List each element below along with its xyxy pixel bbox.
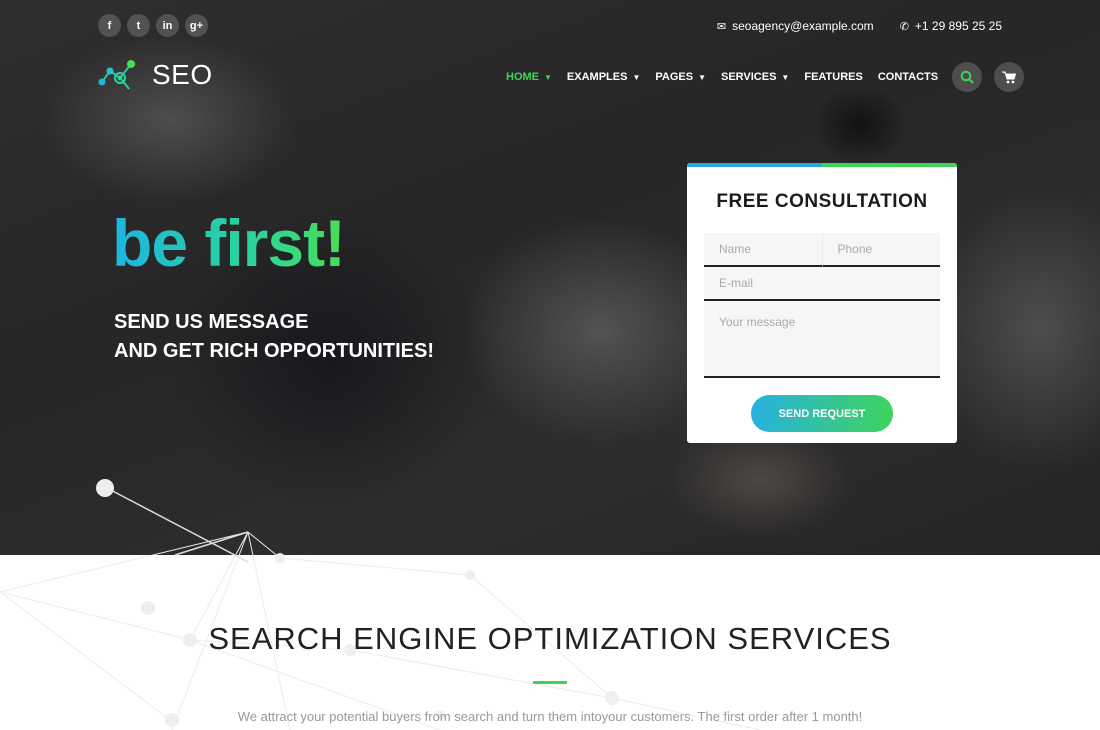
section-description: We attract your potential buyers from se… (237, 709, 863, 724)
phone-input[interactable]: Phone (821, 233, 940, 267)
services-section: SEARCH ENGINE OPTIMIZATION SERVICES We a… (0, 555, 1100, 730)
nav-services[interactable]: SERVICES ▼ (721, 65, 789, 89)
nav-examples[interactable]: EXAMPLES ▼ (567, 65, 640, 89)
consultation-form: FREE CONSULTATION Name Phone E-mail Your… (687, 163, 957, 443)
cart-icon (1002, 71, 1017, 83)
network-node (96, 479, 114, 497)
email-text: seoagency@example.com (732, 19, 874, 33)
hero-headline: be first! (112, 206, 346, 280)
cart-button[interactable] (994, 62, 1025, 92)
caret-down-icon: ▼ (544, 72, 552, 82)
phone-icon: ✆ (899, 21, 909, 33)
nav-label: HOME (506, 71, 539, 83)
google-plus-icon[interactable]: g+ (185, 14, 208, 37)
twitter-icon[interactable]: t (127, 14, 150, 37)
phone-text: +1 29 895 25 25 (914, 19, 1002, 33)
logo-text: SEO (152, 59, 213, 90)
hero-subheadline: SEND US MESSAGE AND GET RICH OPPORTUNITI… (114, 308, 434, 366)
card-accent-bar (687, 163, 957, 167)
search-icon (960, 70, 974, 84)
facebook-icon[interactable]: f (98, 14, 121, 37)
name-input[interactable]: Name (704, 233, 822, 267)
social-links: f t in g+ (98, 14, 208, 37)
main-nav: HOME ▼ EXAMPLES ▼ PAGES ▼ SERVICES ▼ FEATURE… (506, 62, 1025, 92)
search-button[interactable] (952, 62, 983, 92)
nav-label: CONTACTS (877, 71, 939, 83)
section-title: SEARCH ENGINE OPTIMIZATION SERVICES (208, 621, 892, 656)
nav-home[interactable]: HOME ▼ (506, 65, 552, 89)
mail-icon: ✉ (716, 21, 727, 33)
phone-contact[interactable]: ✆ +1 29 895 25 25 (900, 19, 1002, 33)
contact-info: ✉ seoagency@example.com ✆ +1 29 895 25 25 (717, 19, 1002, 33)
nav-label: FEATURES (804, 71, 863, 83)
nav-features[interactable]: FEATURES (804, 65, 862, 89)
subheadline-line: SEND US MESSAGE (114, 311, 309, 333)
message-textarea[interactable]: Your message (704, 301, 940, 378)
form-title: FREE CONSULTATION (716, 191, 928, 212)
nav-contacts[interactable]: CONTACTS (878, 65, 938, 89)
send-request-button[interactable]: SEND REQUEST (751, 395, 893, 432)
email-contact[interactable]: ✉ seoagency@example.com (717, 19, 874, 33)
title-underline (533, 681, 567, 684)
nav-label: EXAMPLES (566, 71, 628, 83)
caret-down-icon: ▼ (698, 72, 706, 82)
caret-down-icon: ▼ (632, 72, 641, 82)
logo-icon (98, 60, 135, 90)
nav-pages[interactable]: PAGES ▼ (655, 65, 706, 89)
caret-down-icon: ▼ (781, 72, 790, 82)
nav-label: SERVICES (720, 71, 777, 83)
nav-label: PAGES (655, 71, 694, 83)
subheadline-line: AND GET RICH OPPORTUNITIES! (114, 340, 435, 362)
logo[interactable]: SEO (98, 58, 213, 92)
linkedin-icon[interactable]: in (156, 14, 179, 37)
email-input[interactable]: E-mail (704, 267, 940, 301)
